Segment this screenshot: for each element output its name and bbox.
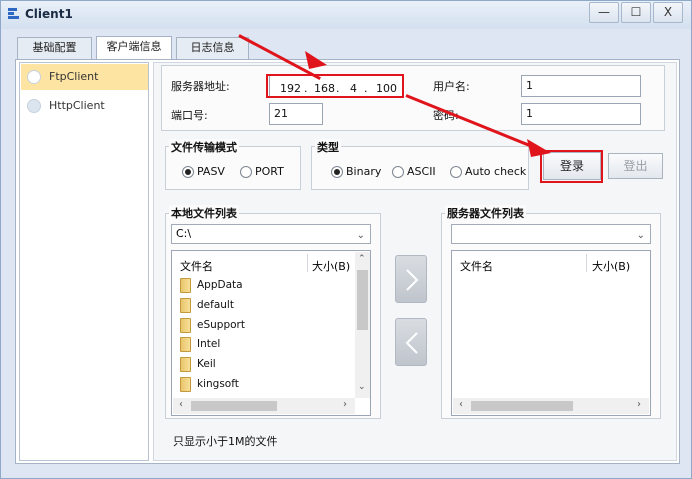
circle-icon xyxy=(27,99,41,113)
client-window: Client1 — ☐ X 基础配置 客户端信息 日志信息 FtpClient … xyxy=(0,0,692,479)
app-icon xyxy=(8,8,19,19)
password-field[interactable]: 1 xyxy=(521,103,641,125)
download-button[interactable] xyxy=(395,318,427,366)
tab-log-info[interactable]: 日志信息 xyxy=(176,37,249,59)
type-title: 类型 xyxy=(315,139,341,155)
tab-basic-config[interactable]: 基础配置 xyxy=(17,37,92,59)
folder-icon xyxy=(180,357,191,372)
local-path-select[interactable]: C:\ ⌄ xyxy=(171,224,371,244)
column-divider xyxy=(307,254,308,272)
minimize-button[interactable]: — xyxy=(589,2,619,23)
auto-check-radio[interactable] xyxy=(450,166,462,178)
folder-icon xyxy=(180,298,191,313)
upload-button[interactable] xyxy=(395,255,427,303)
binary-radio[interactable] xyxy=(331,166,343,178)
sidebar-item-label: FtpClient xyxy=(49,70,99,83)
port-field[interactable]: 21 xyxy=(269,103,323,125)
window-title: Client1 xyxy=(25,7,73,21)
local-col-name: 文件名 xyxy=(180,260,213,273)
remote-col-size: 大小(B) xyxy=(592,260,631,273)
port-radio[interactable] xyxy=(240,166,252,178)
arrowhead-icon xyxy=(305,51,327,69)
chevron-down-icon: ⌄ xyxy=(356,230,365,241)
close-button[interactable]: X xyxy=(653,2,683,23)
port-mode-label: PORT xyxy=(255,165,284,178)
local-files-title: 本地文件列表 xyxy=(169,205,239,221)
pasv-label: PASV xyxy=(197,165,225,178)
vertical-scrollbar[interactable]: ⌃ ⌄ xyxy=(355,252,370,398)
chevron-down-icon: ⌄ xyxy=(636,230,645,241)
remote-col-name: 文件名 xyxy=(460,260,493,273)
remote-files-title: 服务器文件列表 xyxy=(445,205,526,221)
local-col-size: 大小(B) xyxy=(312,260,351,273)
scroll-thumb[interactable] xyxy=(471,401,573,411)
binary-label: Binary xyxy=(346,165,382,178)
sidebar: FtpClient HttpClient xyxy=(19,62,149,461)
logout-button[interactable]: 登出 xyxy=(608,153,663,179)
remote-path-select[interactable]: ⌄ xyxy=(451,224,651,244)
port-label: 端口号: xyxy=(171,109,208,122)
pasv-radio[interactable] xyxy=(182,166,194,178)
username-field[interactable]: 1 xyxy=(521,75,641,97)
ascii-radio[interactable] xyxy=(392,166,404,178)
chevron-right-icon xyxy=(406,269,419,291)
auto-check-label: Auto check xyxy=(465,165,527,178)
chevron-left-icon: ‹ xyxy=(179,399,183,410)
filter-note: 只显示小于1M的文件 xyxy=(173,435,278,448)
column-divider xyxy=(586,254,587,272)
chevron-left-icon xyxy=(405,332,418,354)
folder-icon xyxy=(180,337,191,352)
username-label: 用户名: xyxy=(433,80,470,93)
ip-highlight-box xyxy=(266,74,404,98)
maximize-button[interactable]: ☐ xyxy=(621,2,651,23)
chevron-right-icon: › xyxy=(343,399,347,410)
title-bar[interactable]: Client1 — ☐ X xyxy=(1,1,691,29)
tab-client-info[interactable]: 客户端信息 xyxy=(96,36,172,60)
sidebar-item-httpclient[interactable]: HttpClient xyxy=(21,93,148,119)
folder-icon xyxy=(180,278,191,293)
folder-icon xyxy=(180,318,191,333)
chevron-right-icon: › xyxy=(637,399,641,410)
sidebar-item-ftpclient[interactable]: FtpClient xyxy=(21,64,148,90)
chevron-up-icon: ⌃ xyxy=(358,254,366,264)
ascii-label: ASCII xyxy=(407,165,436,178)
chevron-down-icon: ⌄ xyxy=(358,382,366,392)
transfer-mode-title: 文件传输模式 xyxy=(169,139,239,155)
scroll-thumb[interactable] xyxy=(357,270,368,330)
remote-file-list[interactable]: 文件名 大小(B) ‹ › xyxy=(451,250,651,416)
local-file-list[interactable]: 文件名 大小(B) AppData default eSupport Intel… xyxy=(171,250,371,416)
folder-icon xyxy=(180,377,191,392)
scroll-thumb[interactable] xyxy=(191,401,277,411)
server-address-label: 服务器地址: xyxy=(171,80,230,93)
horizontal-scrollbar[interactable]: ‹ › xyxy=(173,398,355,414)
sidebar-item-label: HttpClient xyxy=(49,99,105,112)
chevron-left-icon: ‹ xyxy=(459,399,463,410)
arrowhead-icon xyxy=(527,139,551,157)
circle-icon xyxy=(27,70,41,84)
horizontal-scrollbar[interactable]: ‹ › xyxy=(453,398,649,414)
